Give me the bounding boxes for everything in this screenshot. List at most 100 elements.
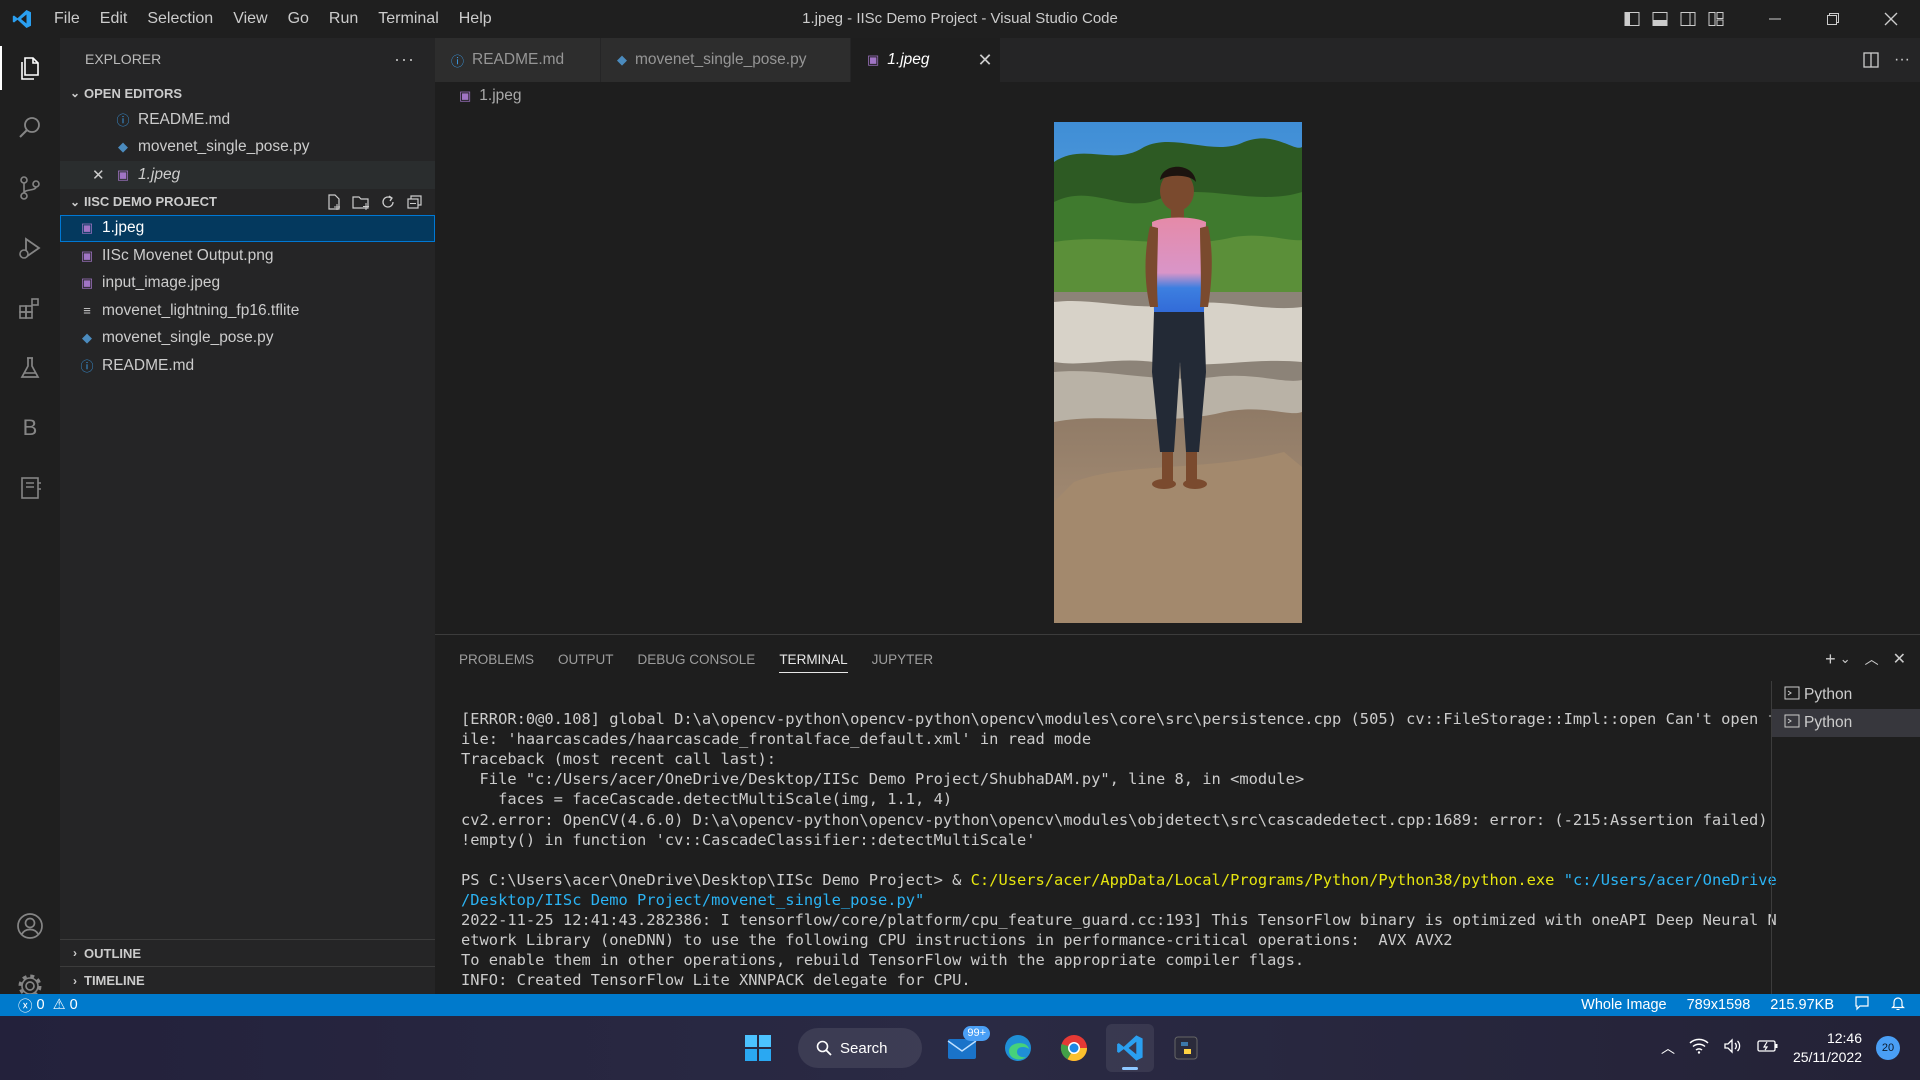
- toggle-panel-icon[interactable]: [1646, 0, 1674, 38]
- restore-icon[interactable]: [1804, 0, 1862, 38]
- chrome-browser-icon[interactable]: [1050, 1024, 1098, 1072]
- edge-browser-icon[interactable]: [994, 1024, 1042, 1072]
- wifi-icon[interactable]: [1689, 1038, 1709, 1059]
- terminal-line: cv2.error: OpenCV(4.6.0) D:\a\opencv-pyt…: [461, 810, 1768, 829]
- mail-app-icon[interactable]: 99+: [938, 1024, 990, 1072]
- notebook-icon[interactable]: [0, 458, 60, 518]
- file-item[interactable]: ▣ IISc Movenet Output.png: [60, 242, 435, 270]
- menu-terminal[interactable]: Terminal: [368, 0, 448, 38]
- feedback-icon[interactable]: [1854, 995, 1870, 1015]
- script-arg-continued: /Desktop/IISc Demo Project/movenet_singl…: [461, 890, 925, 909]
- close-tab-icon[interactable]: ✕: [978, 50, 993, 71]
- open-editor-item[interactable]: ⓘ README.md: [60, 106, 435, 134]
- menu-help[interactable]: Help: [449, 0, 502, 38]
- new-folder-icon[interactable]: [351, 193, 371, 211]
- image-preview[interactable]: [1054, 122, 1302, 623]
- close-editor-icon[interactable]: ✕: [92, 166, 105, 184]
- menu-edit[interactable]: Edit: [90, 0, 138, 38]
- problems-status[interactable]: ⓧ 0 ⚠ 0: [0, 995, 78, 1016]
- open-editors-header[interactable]: ⌄ OPEN EDITORS: [60, 80, 435, 106]
- toggle-secondary-sidebar-icon[interactable]: [1674, 0, 1702, 38]
- close-window-icon[interactable]: [1862, 0, 1920, 38]
- chevron-up-icon[interactable]: ︿: [1661, 1038, 1675, 1058]
- outline-label: OUTLINE: [84, 945, 142, 961]
- terminal-icon: [1784, 713, 1800, 734]
- error-icon: ⓧ: [18, 998, 33, 1015]
- terminal-instance[interactable]: Python: [1772, 681, 1920, 709]
- timeline-header[interactable]: › TIMELINE: [60, 967, 435, 994]
- close-panel-icon[interactable]: ✕: [1893, 649, 1906, 669]
- tab-readme[interactable]: ⓘ README.md: [435, 38, 601, 82]
- notification-count-badge[interactable]: 20: [1876, 1036, 1900, 1060]
- vscode-taskbar-icon[interactable]: [1106, 1024, 1154, 1072]
- explorer-icon[interactable]: [0, 38, 60, 98]
- tab-debug-console[interactable]: DEBUG CONSOLE: [626, 635, 768, 683]
- file-label: movenet_lightning_fp16.tflite: [102, 301, 300, 319]
- taskbar-search[interactable]: Search: [798, 1028, 922, 1068]
- chevron-down-icon[interactable]: ⌄: [1840, 651, 1851, 667]
- breadcrumb-label: 1.jpeg: [479, 87, 522, 104]
- file-item[interactable]: ≡ movenet_lightning_fp16.tflite: [60, 297, 435, 325]
- tab-output[interactable]: OUTPUT: [546, 635, 626, 683]
- volume-icon[interactable]: [1723, 1037, 1743, 1059]
- open-editor-item[interactable]: ◆ movenet_single_pose.py: [60, 134, 435, 162]
- outline-header[interactable]: › OUTLINE: [60, 940, 435, 967]
- split-editor-icon[interactable]: [1862, 51, 1880, 69]
- tab-terminal[interactable]: TERMINAL: [767, 635, 859, 683]
- file-label: input_image.jpeg: [102, 274, 221, 292]
- notifications-bell-icon[interactable]: [1890, 995, 1906, 1015]
- file-item[interactable]: ▣ 1.jpeg: [60, 214, 435, 242]
- project-header[interactable]: ⌄ IISC DEMO PROJECT: [60, 189, 435, 215]
- new-file-icon[interactable]: [325, 193, 343, 211]
- battery-icon[interactable]: [1757, 1039, 1779, 1058]
- chevron-right-icon: ›: [73, 973, 77, 988]
- customize-layout-icon[interactable]: [1702, 0, 1730, 38]
- run-debug-icon[interactable]: [0, 218, 60, 278]
- file-item[interactable]: ◆ movenet_single_pose.py: [60, 325, 435, 353]
- accounts-icon[interactable]: [0, 896, 60, 956]
- tab-label: README.md: [472, 51, 565, 68]
- tab-jupyter[interactable]: JUPYTER: [860, 635, 946, 683]
- collapse-all-icon[interactable]: [405, 193, 423, 211]
- file-label: movenet_single_pose.py: [102, 329, 274, 347]
- maximize-panel-icon[interactable]: ︿: [1865, 649, 1879, 669]
- windows-taskbar: Search 99+ ︿ 12:46 25/11/2022 20: [0, 1016, 1920, 1080]
- menu-run[interactable]: Run: [319, 0, 368, 38]
- search-icon[interactable]: [0, 98, 60, 158]
- b-extension-icon[interactable]: B: [0, 398, 60, 458]
- zoom-status[interactable]: Whole Image: [1581, 997, 1666, 1013]
- toggle-primary-sidebar-icon[interactable]: [1618, 0, 1646, 38]
- start-button-icon[interactable]: [734, 1024, 782, 1072]
- menu-file[interactable]: File: [44, 0, 90, 38]
- terminal-instance[interactable]: Python: [1772, 709, 1920, 737]
- new-terminal-icon[interactable]: +: [1825, 649, 1836, 670]
- refresh-icon[interactable]: [379, 193, 397, 211]
- image-icon: ▣: [867, 52, 880, 67]
- image-icon: ▣: [459, 88, 472, 103]
- status-bar: ⓧ 0 ⚠ 0 Whole Image 789x1598 215.97KB: [0, 994, 1920, 1016]
- menu-selection[interactable]: Selection: [137, 0, 223, 38]
- tab-problems[interactable]: PROBLEMS: [447, 635, 546, 683]
- more-actions-icon[interactable]: ···: [394, 49, 415, 70]
- menu-go[interactable]: Go: [278, 0, 319, 38]
- image-dimensions: 789x1598: [1686, 997, 1751, 1013]
- testing-icon[interactable]: [0, 338, 60, 398]
- menu-view[interactable]: View: [223, 0, 277, 38]
- file-item[interactable]: ▣ input_image.jpeg: [60, 270, 435, 298]
- open-editor-item[interactable]: ✕ ▣ 1.jpeg: [60, 161, 435, 189]
- file-item[interactable]: ⓘ README.md: [60, 352, 435, 380]
- info-icon: ⓘ: [451, 53, 465, 69]
- editor-more-icon[interactable]: ···: [1894, 51, 1910, 69]
- minimize-icon[interactable]: [1746, 0, 1804, 38]
- extensions-icon[interactable]: [0, 278, 60, 338]
- system-clock[interactable]: 12:46 25/11/2022: [1793, 1029, 1862, 1067]
- source-control-icon[interactable]: [0, 158, 60, 218]
- python-app-icon[interactable]: [1162, 1024, 1210, 1072]
- editor-tabs: ⓘ README.md ◆ movenet_single_pose.py ▣ 1…: [435, 38, 1920, 82]
- b-extension-letter: B: [22, 415, 38, 440]
- tab-movenet-py[interactable]: ◆ movenet_single_pose.py: [601, 38, 851, 82]
- terminal-output[interactable]: [ERROR:0@0.108] global D:\a\opencv-pytho…: [461, 689, 1781, 1031]
- terminal-icon: [1784, 685, 1800, 706]
- tab-1-jpeg[interactable]: ▣ 1.jpeg ✕: [851, 38, 1001, 82]
- breadcrumb[interactable]: ▣ 1.jpeg: [435, 82, 1920, 110]
